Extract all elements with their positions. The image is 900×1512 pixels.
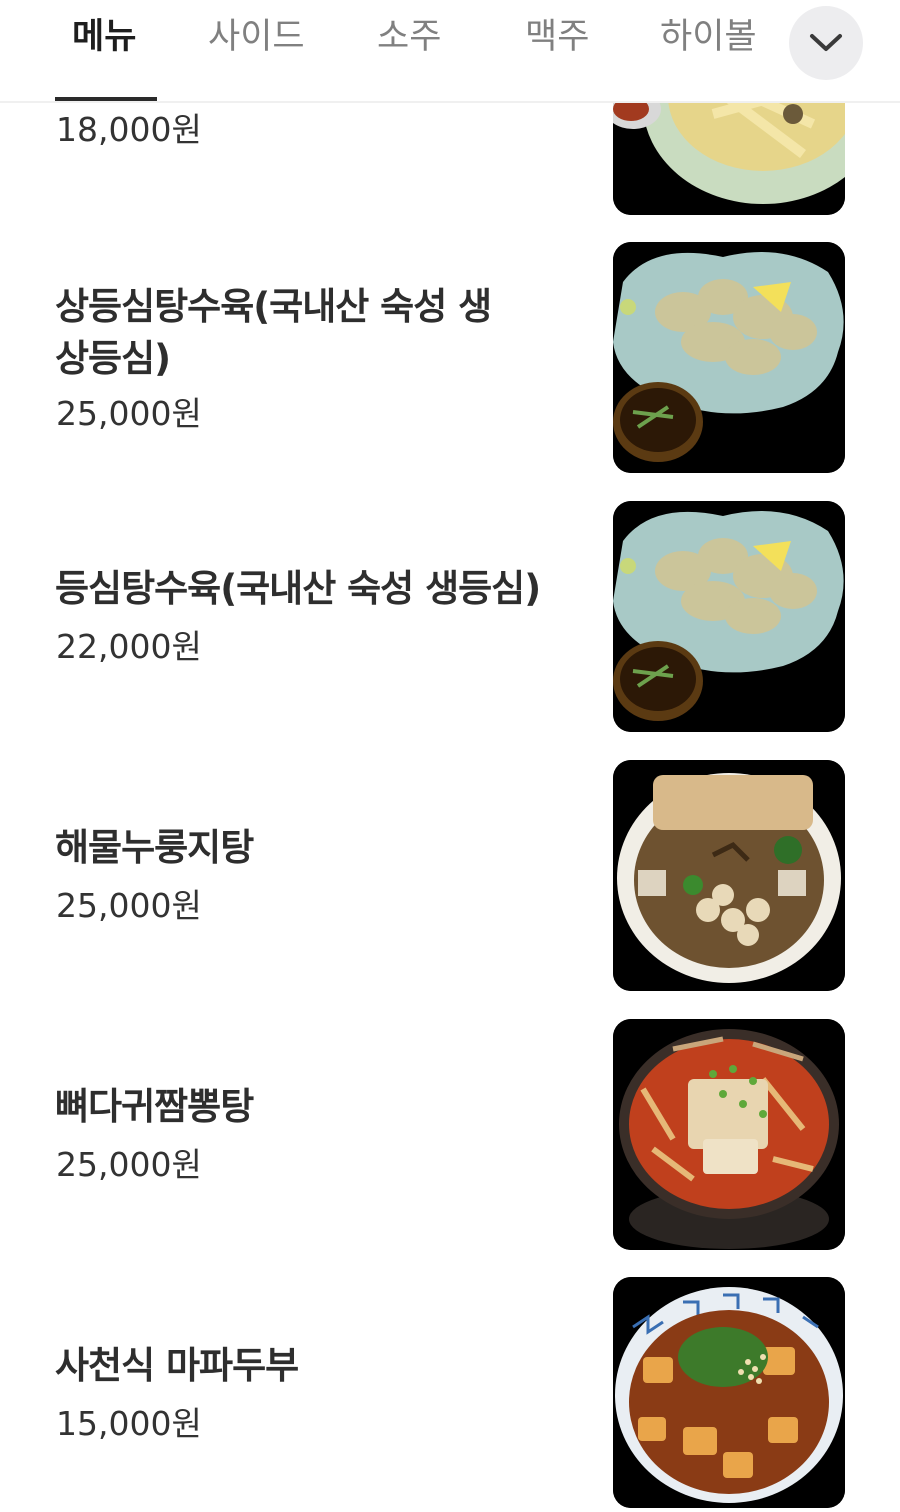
item-name: 해물누룽지탕 (55, 826, 254, 869)
food-photo[interactable] (613, 242, 845, 473)
item-name: 상등심탕수육(국내산 숙성 생상등심) (55, 285, 492, 380)
item-name: 등심탕수육(국내산 숙성 생등심) (55, 567, 541, 610)
item-price: 25,000원 (56, 394, 202, 433)
item-name: 뼈다귀짬뽕탕 (55, 1085, 254, 1128)
menu-list: 18,000원 상등심탕수육(국내산 숙성 생상등심) 25,000원 등심탕수… (0, 0, 900, 1512)
food-photo[interactable] (613, 1019, 845, 1250)
menu-item[interactable]: 사천식 마파두부 15,000원 (0, 1266, 900, 1512)
item-price: 15,000원 (56, 1404, 202, 1443)
chevron-down-icon (810, 34, 842, 51)
food-photo[interactable] (613, 501, 845, 732)
expand-tabs-button[interactable] (789, 6, 863, 80)
tab-side[interactable]: 사이드 (208, 14, 305, 60)
item-price: 25,000원 (56, 886, 202, 925)
tab-highball[interactable]: 하이볼 (660, 14, 757, 60)
item-price: 25,000원 (56, 1145, 202, 1184)
item-price: 22,000원 (56, 627, 202, 666)
item-name: 사천식 마파두부 (55, 1344, 299, 1387)
food-photo[interactable] (613, 760, 845, 991)
food-photo[interactable] (613, 1277, 845, 1508)
category-tab-bar: 메뉴 사이드 소주 맥주 하이볼 (0, 0, 900, 103)
menu-item[interactable]: 뼈다귀짬뽕탕 25,000원 (0, 1007, 900, 1266)
menu-item[interactable]: 해물누룽지탕 25,000원 (0, 748, 900, 1007)
tab-soju[interactable]: 소주 (377, 14, 441, 60)
item-price: 18,000원 (56, 110, 202, 149)
menu-item[interactable]: 등심탕수육(국내산 숙성 생등심) 22,000원 (0, 489, 900, 748)
tab-menu[interactable]: 메뉴 (72, 14, 136, 60)
tab-beer[interactable]: 맥주 (525, 14, 589, 60)
menu-item[interactable]: 상등심탕수육(국내산 숙성 생상등심) 25,000원 (0, 230, 900, 489)
active-tab-indicator (55, 97, 157, 101)
